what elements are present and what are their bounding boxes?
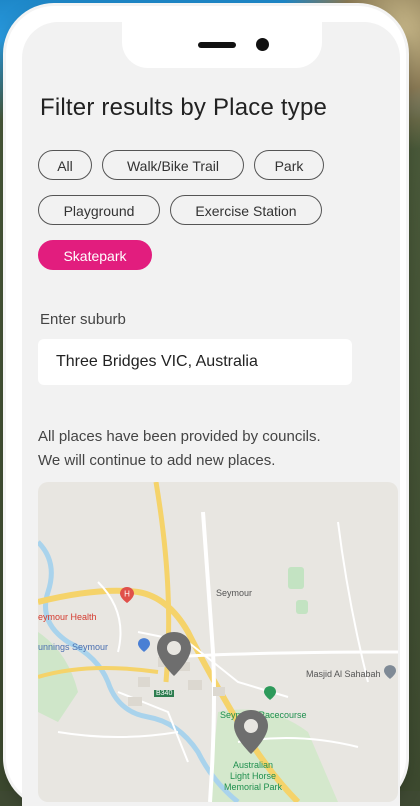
app-screen: Filter results by Place type All Walk/Bi…	[22, 22, 400, 806]
page-title: Filter results by Place type	[40, 94, 328, 121]
memorial-line-2: Light Horse	[229, 771, 277, 781]
speaker-icon	[198, 42, 236, 48]
memorial-line-1: Australian	[232, 760, 274, 770]
chip-exercise-station[interactable]: Exercise Station	[170, 195, 322, 225]
map-label-hospital: eymour Health	[38, 612, 97, 622]
road-shield: B340	[154, 690, 175, 697]
chip-skatepark[interactable]: Skatepark	[38, 240, 152, 270]
chip-all[interactable]: All	[38, 150, 92, 180]
suburb-input[interactable]: Three Bridges VIC, Australia	[38, 339, 352, 385]
info-note-line-1: All places have been provided by council…	[38, 428, 321, 445]
map-view[interactable]: H eymour Health Seymour unnings Seymour …	[38, 482, 398, 802]
map-label-mosque: Masjid Al Sahabah	[306, 669, 381, 679]
map-label-memorial: Australian Light Horse Memorial Park	[224, 760, 282, 793]
map-label-bunnings: unnings Seymour	[38, 642, 109, 652]
chip-walk-bike-trail[interactable]: Walk/Bike Trail	[102, 150, 244, 180]
phone-notch	[122, 22, 322, 68]
info-note: All places have been provided by council…	[38, 425, 398, 473]
memorial-line-3: Memorial Park	[224, 782, 283, 792]
map-label-town: Seymour	[216, 588, 253, 598]
camera-icon	[256, 38, 269, 51]
chip-playground[interactable]: Playground	[38, 195, 160, 225]
chip-park[interactable]: Park	[254, 150, 324, 180]
suburb-label: Enter suburb	[40, 311, 126, 328]
svg-text:H: H	[124, 590, 130, 599]
info-note-line-2: We will continue to add new places.	[38, 452, 276, 469]
phone-frame: Filter results by Place type All Walk/Bi…	[6, 6, 406, 806]
